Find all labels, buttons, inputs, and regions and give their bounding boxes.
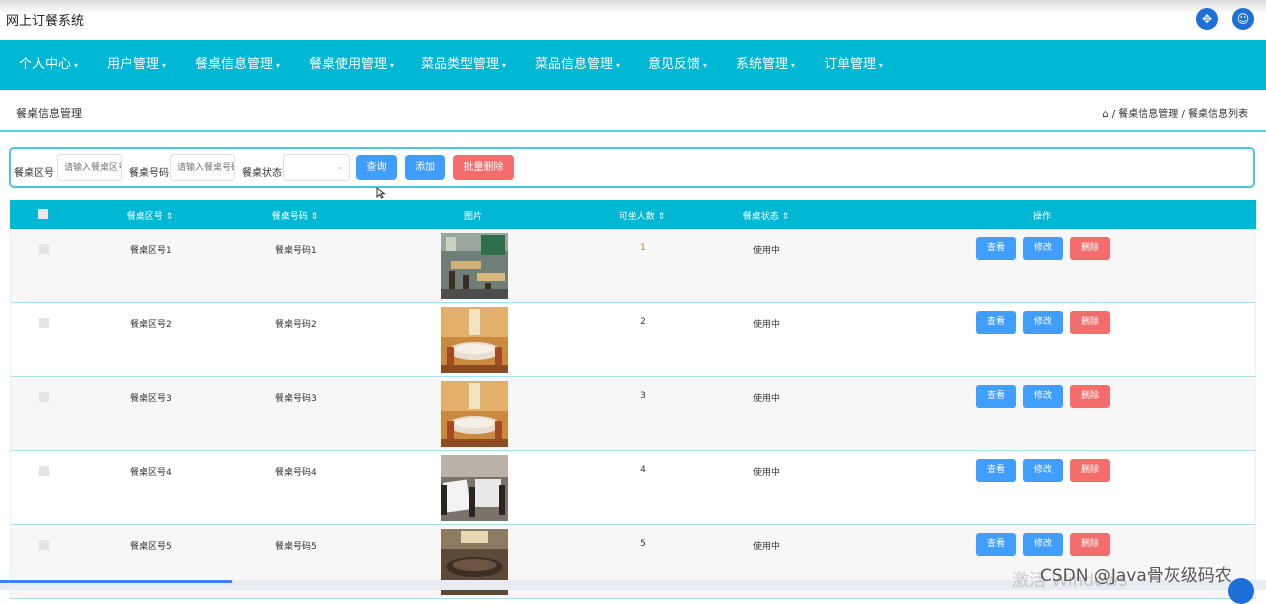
nav-item-system[interactable]: 系统管理 ▾ <box>736 40 795 90</box>
nav-item-table-info[interactable]: 餐桌信息管理 ▾ <box>195 40 280 90</box>
nav-item-user-management[interactable]: 用户管理 ▾ <box>107 40 166 90</box>
column-header-area[interactable]: 餐桌区号 ⇕ <box>127 209 173 222</box>
edit-button[interactable]: 修改 <box>1023 311 1063 334</box>
table-image <box>441 307 508 373</box>
chevron-down-icon: ▾ <box>162 61 167 70</box>
edit-button[interactable]: 修改 <box>1023 459 1063 482</box>
table-header: 餐桌区号 ⇕ 餐桌号码 ⇕ 图片 可坐人数 ⇕ 餐桌状态 ⇕ 操作 <box>10 200 1256 229</box>
cell-number: 餐桌号码2 <box>275 320 317 330</box>
column-header-number[interactable]: 餐桌号码 ⇕ <box>272 209 318 222</box>
column-header-seats[interactable]: 可坐人数 ⇕ <box>619 209 665 222</box>
delete-button[interactable]: 删除 <box>1070 237 1110 260</box>
cell-status: 使用中 <box>753 468 781 478</box>
title-bar: 网上订餐系统 ✥ ☺ <box>0 0 1266 40</box>
select-all-checkbox[interactable] <box>38 209 48 219</box>
cell-seats: 2 <box>640 317 646 327</box>
taskbar-progress <box>0 580 232 583</box>
delete-button[interactable]: 删除 <box>1070 385 1110 408</box>
nav-item-personal-center[interactable]: 个人中心 ▾ <box>19 40 78 90</box>
delete-button[interactable]: 删除 <box>1070 459 1110 482</box>
page-title: 餐桌信息管理 <box>16 107 82 120</box>
nav-item-feedback[interactable]: 意见反馈 ▾ <box>648 40 707 90</box>
batch-delete-button[interactable]: 批量删除 <box>453 155 514 180</box>
cell-area: 餐桌区号5 <box>130 542 172 552</box>
cell-seats: 1 <box>640 243 646 253</box>
table-row: 餐桌区号1 餐桌号码1 1 使用中 查看 修改 删除 <box>10 229 1256 303</box>
chevron-down-icon: ▾ <box>791 61 796 70</box>
chevron-down-icon: ▾ <box>502 61 507 70</box>
add-button[interactable]: 添加 <box>405 155 445 180</box>
nav-item-orders[interactable]: 订单管理 ▾ <box>824 40 883 90</box>
table-image <box>441 233 508 299</box>
cell-area: 餐桌区号2 <box>130 320 172 330</box>
cell-status: 使用中 <box>753 246 781 256</box>
cell-seats: 3 <box>640 391 646 401</box>
csdn-watermark: CSDN @Java骨灰级码农 <box>1040 566 1232 586</box>
number-label: 餐桌号码 <box>129 168 169 179</box>
view-button[interactable]: 查看 <box>976 385 1016 408</box>
view-button[interactable]: 查看 <box>976 533 1016 556</box>
assistant-icon[interactable] <box>1228 578 1254 604</box>
table-row: 餐桌区号2 餐桌号码2 2 使用中 查看 修改 删除 <box>10 303 1256 377</box>
cell-number: 餐桌号码4 <box>275 468 317 478</box>
cell-area: 餐桌区号3 <box>130 394 172 404</box>
view-button[interactable]: 查看 <box>976 311 1016 334</box>
chevron-down-icon: ▾ <box>74 61 79 70</box>
nav-item-dish-type[interactable]: 菜品类型管理 ▾ <box>421 40 506 90</box>
nav-item-dish-info[interactable]: 菜品信息管理 ▾ <box>535 40 620 90</box>
fullscreen-icon[interactable]: ✥ <box>1196 8 1218 30</box>
column-header-actions: 操作 <box>1032 212 1052 222</box>
row-checkbox[interactable] <box>39 540 49 550</box>
column-header-image: 图片 <box>463 212 483 222</box>
cell-seats: 5 <box>640 539 646 549</box>
cell-number: 餐桌号码3 <box>275 394 317 404</box>
table-row: 餐桌区号3 餐桌号码3 3 使用中 查看 修改 删除 <box>10 377 1256 451</box>
edit-button[interactable]: 修改 <box>1023 237 1063 260</box>
cell-number: 餐桌号码1 <box>275 246 317 256</box>
chevron-down-icon: ▾ <box>616 61 621 70</box>
table-image <box>441 381 508 447</box>
cell-status: 使用中 <box>753 542 781 552</box>
area-input[interactable] <box>57 154 122 181</box>
app-title: 网上订餐系统 <box>6 14 85 29</box>
nav-item-table-usage[interactable]: 餐桌使用管理 ▾ <box>309 40 394 90</box>
area-label: 餐桌区号 <box>14 168 54 179</box>
cell-number: 餐桌号码5 <box>275 542 317 552</box>
chevron-down-icon: ⌄ <box>336 162 343 171</box>
chevron-down-icon: ▾ <box>703 61 708 70</box>
query-button[interactable]: 查询 <box>356 155 397 180</box>
breadcrumb[interactable]: ⌂ / 餐桌信息管理 / 餐桌信息列表 <box>1102 105 1248 120</box>
row-checkbox[interactable] <box>39 466 49 476</box>
table-row: 餐桌区号4 餐桌号码4 4 使用中 查看 修改 删除 <box>10 451 1256 525</box>
number-input[interactable] <box>170 154 235 181</box>
mouse-cursor-icon <box>376 187 386 199</box>
search-form: 餐桌区号 餐桌号码 餐桌状态 ⌄ 查询 添加 批量删除 <box>9 147 1255 188</box>
table-image <box>441 455 508 521</box>
cell-seats: 4 <box>640 465 646 475</box>
edit-button[interactable]: 修改 <box>1023 385 1063 408</box>
row-checkbox[interactable] <box>39 392 49 402</box>
user-icon[interactable]: ☺ <box>1232 8 1254 30</box>
chevron-down-icon: ▾ <box>276 61 281 70</box>
edit-button[interactable]: 修改 <box>1023 533 1063 556</box>
delete-button[interactable]: 删除 <box>1070 311 1110 334</box>
row-checkbox[interactable] <box>39 318 49 328</box>
cell-status: 使用中 <box>753 394 781 404</box>
delete-button[interactable]: 删除 <box>1070 533 1110 556</box>
page-header: 餐桌信息管理 ⌂ / 餐桌信息管理 / 餐桌信息列表 <box>0 90 1266 132</box>
chevron-down-icon: ▾ <box>390 61 395 70</box>
status-select[interactable]: ⌄ <box>283 154 350 181</box>
column-header-status[interactable]: 餐桌状态 ⇕ <box>743 209 789 222</box>
row-checkbox[interactable] <box>39 244 49 254</box>
cell-area: 餐桌区号1 <box>130 246 172 256</box>
view-button[interactable]: 查看 <box>976 237 1016 260</box>
cell-area: 餐桌区号4 <box>130 468 172 478</box>
main-nav: 个人中心 ▾ 用户管理 ▾ 餐桌信息管理 ▾ 餐桌使用管理 ▾ 菜品类型管理 ▾ 菜品信息… <box>0 40 1266 90</box>
chevron-down-icon: ▾ <box>879 61 884 70</box>
status-label: 餐桌状态 <box>242 168 282 179</box>
view-button[interactable]: 查看 <box>976 459 1016 482</box>
cell-status: 使用中 <box>753 320 781 330</box>
